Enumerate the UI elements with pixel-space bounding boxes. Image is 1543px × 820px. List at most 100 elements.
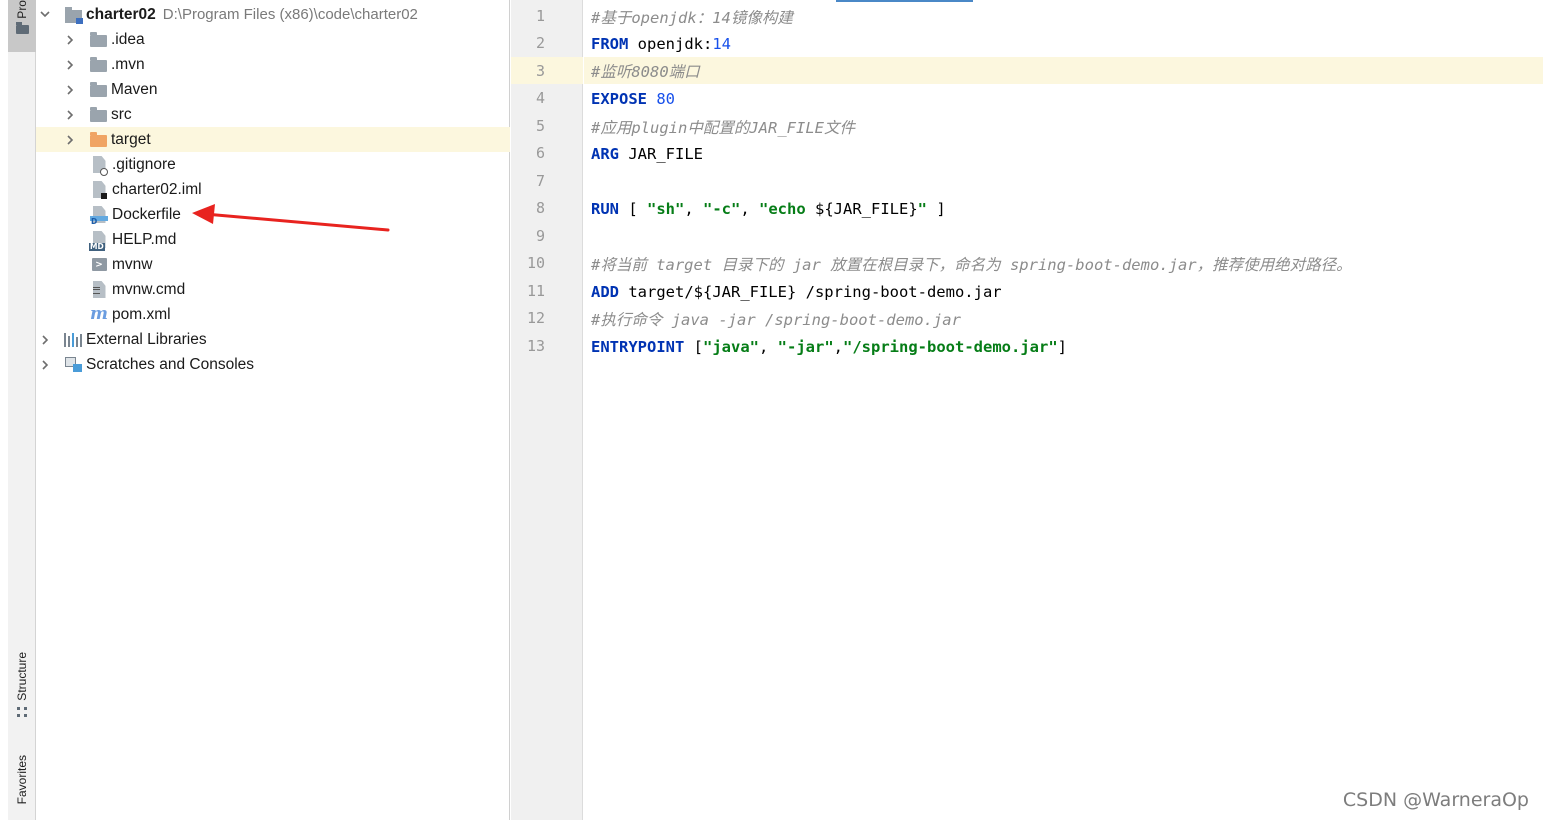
code-line-10[interactable]: #将当前 target 目录下的 jar 放置在根目录下，命名为 spring-… bbox=[584, 251, 1543, 276]
tree-item-label: mvnw.cmd bbox=[112, 280, 186, 298]
project-tree: charter02 D:\Program Files (x86)\code\ch… bbox=[36, 0, 510, 820]
line-number: 7 bbox=[535, 172, 545, 190]
tree-item-mvnw[interactable]: > mvnw bbox=[36, 252, 510, 277]
string-token: "/spring-boot-demo.jar" bbox=[843, 337, 1058, 356]
string-token: "sh" bbox=[647, 199, 685, 218]
tree-item-label: External Libraries bbox=[86, 330, 207, 348]
project-folder-icon bbox=[64, 6, 83, 24]
folder-icon bbox=[89, 31, 107, 49]
gitignore-file-icon bbox=[90, 156, 108, 176]
plain-token: , bbox=[759, 337, 778, 356]
line-number: 11 bbox=[526, 282, 545, 300]
string-token: "java" bbox=[703, 337, 759, 356]
code-line-5[interactable]: #应用plugin中配置的JAR_FILE文件 bbox=[584, 114, 1543, 139]
chevron-right-icon[interactable] bbox=[65, 77, 75, 102]
project-tab-label: Pro bbox=[15, 0, 29, 19]
tree-item-target[interactable]: target bbox=[36, 127, 510, 152]
line-number: 13 bbox=[526, 337, 545, 355]
tree-item-scratches[interactable]: Scratches and Consoles bbox=[36, 352, 510, 377]
plain-token: ${JAR_FILE} bbox=[815, 199, 918, 218]
string-token: "echo bbox=[759, 199, 815, 218]
code-line-6[interactable]: ARG JAR_FILE bbox=[584, 141, 1543, 166]
tree-item-dockerfile[interactable]: D Dockerfile bbox=[36, 202, 510, 227]
tree-item-iml[interactable]: charter02.iml bbox=[36, 177, 510, 202]
code-editor[interactable]: #基于openjdk：14镜像构建 FROM openjdk: 14 #监听808… bbox=[584, 0, 1543, 820]
code-line-8[interactable]: RUN [ "sh", "-c", "echo ${JAR_FILE} " ] bbox=[584, 196, 1543, 221]
keyword-token: EXPOSE bbox=[591, 89, 647, 108]
structure-tool-tab[interactable]: Structure bbox=[8, 652, 36, 738]
comment-token: #将当前 target 目录下的 jar 放置在根目录下，命名为 spring-… bbox=[591, 255, 1352, 274]
string-token: "-c" bbox=[703, 199, 741, 218]
string-token: " bbox=[917, 199, 927, 218]
code-line-1[interactable]: #基于openjdk：14镜像构建 bbox=[584, 4, 1543, 29]
line-number: 2 bbox=[535, 34, 545, 52]
tree-item-label: src bbox=[111, 105, 132, 123]
string-token: "-jar" bbox=[777, 337, 834, 356]
tree-item-src[interactable]: src bbox=[36, 102, 510, 127]
plain-token: , bbox=[833, 337, 844, 356]
tree-item-gitignore[interactable]: .gitignore bbox=[36, 152, 510, 177]
tree-item-label: HELP.md bbox=[112, 230, 177, 248]
active-tab-indicator bbox=[836, 0, 973, 2]
tree-item-pom[interactable]: m pom.xml bbox=[36, 302, 510, 327]
dockerfile-icon: D bbox=[90, 206, 108, 225]
code-line-2[interactable]: FROM openjdk: 14 bbox=[584, 31, 1543, 56]
editor-gutter: 1 2 3 4 5 6 7 8 9 10 11 12 13 bbox=[511, 0, 583, 820]
code-line-9[interactable] bbox=[584, 224, 1543, 249]
code-line-3[interactable]: #监听8080端口 bbox=[584, 57, 1543, 84]
chevron-right-icon[interactable] bbox=[65, 52, 75, 77]
tree-root-row[interactable]: charter02 D:\Program Files (x86)\code\ch… bbox=[36, 2, 510, 27]
project-tool-tab[interactable]: Pro bbox=[8, 0, 36, 52]
folder-icon bbox=[89, 56, 107, 74]
favorites-tab-label: Favorites bbox=[15, 755, 29, 805]
line-number: 10 bbox=[526, 254, 545, 272]
shell-script-icon: > bbox=[90, 256, 108, 274]
code-line-4[interactable]: EXPOSE 80 bbox=[584, 86, 1543, 111]
tree-item-label: .mvn bbox=[111, 55, 145, 73]
tree-item-label: mvnw bbox=[112, 255, 153, 273]
chevron-down-icon[interactable] bbox=[40, 2, 50, 27]
text-file-icon bbox=[90, 281, 108, 299]
comment-token: #执行命令 java -jar /spring-boot-demo.jar bbox=[591, 310, 961, 329]
scratches-icon bbox=[64, 356, 82, 374]
code-line-12[interactable]: #执行命令 java -jar /spring-boot-demo.jar bbox=[584, 306, 1543, 331]
keyword-token: ARG bbox=[591, 144, 619, 163]
code-line-11[interactable]: ADD target/${JAR_FILE} /spring-boot-demo… bbox=[584, 279, 1543, 304]
tree-item-label: .idea bbox=[111, 30, 145, 48]
line-number: 12 bbox=[526, 309, 545, 327]
plain-token: JAR_FILE bbox=[619, 144, 703, 163]
structure-icon bbox=[17, 706, 27, 717]
chevron-right-icon[interactable] bbox=[40, 327, 50, 352]
structure-tab-label: Structure bbox=[15, 652, 29, 701]
keyword-token: ADD bbox=[591, 282, 619, 301]
folder-icon bbox=[15, 21, 29, 34]
tool-window-strip: Pro Structure Favorites bbox=[0, 0, 36, 820]
chevron-right-icon[interactable] bbox=[40, 352, 50, 377]
root-path: D:\Program Files (x86)\code\charter02 bbox=[162, 6, 418, 23]
plain-token: [ bbox=[684, 337, 703, 356]
tree-item-mvnw-cmd[interactable]: mvnw.cmd bbox=[36, 277, 510, 302]
plain-token: target/${JAR_FILE} /spring-boot-demo.jar bbox=[619, 282, 1002, 301]
folder-icon bbox=[89, 106, 107, 124]
chevron-right-icon[interactable] bbox=[65, 127, 75, 152]
tree-item-mvn[interactable]: .mvn bbox=[36, 52, 510, 77]
tree-item-maven[interactable]: Maven bbox=[36, 77, 510, 102]
number-token: 80 bbox=[656, 89, 676, 108]
favorites-tool-tab[interactable]: Favorites bbox=[8, 755, 36, 820]
line-number: 1 bbox=[535, 7, 545, 25]
libraries-icon bbox=[64, 331, 82, 349]
tree-item-label: Dockerfile bbox=[112, 205, 181, 223]
keyword-token: FROM bbox=[591, 34, 629, 53]
code-line-7[interactable] bbox=[584, 169, 1543, 194]
tree-item-idea[interactable]: .idea bbox=[36, 27, 510, 52]
tree-item-help-md[interactable]: MD HELP.md bbox=[36, 227, 510, 252]
chevron-right-icon[interactable] bbox=[65, 102, 75, 127]
number-token: 14 bbox=[712, 34, 731, 53]
tree-item-external-libraries[interactable]: External Libraries bbox=[36, 327, 510, 352]
chevron-right-icon[interactable] bbox=[65, 27, 75, 52]
maven-pom-icon: m bbox=[90, 304, 108, 324]
line-number: 6 bbox=[535, 144, 545, 162]
code-line-13[interactable]: ENTRYPOINT ["java", "-jar", "/spring-boot… bbox=[584, 334, 1543, 359]
plain-token: , bbox=[684, 199, 703, 218]
